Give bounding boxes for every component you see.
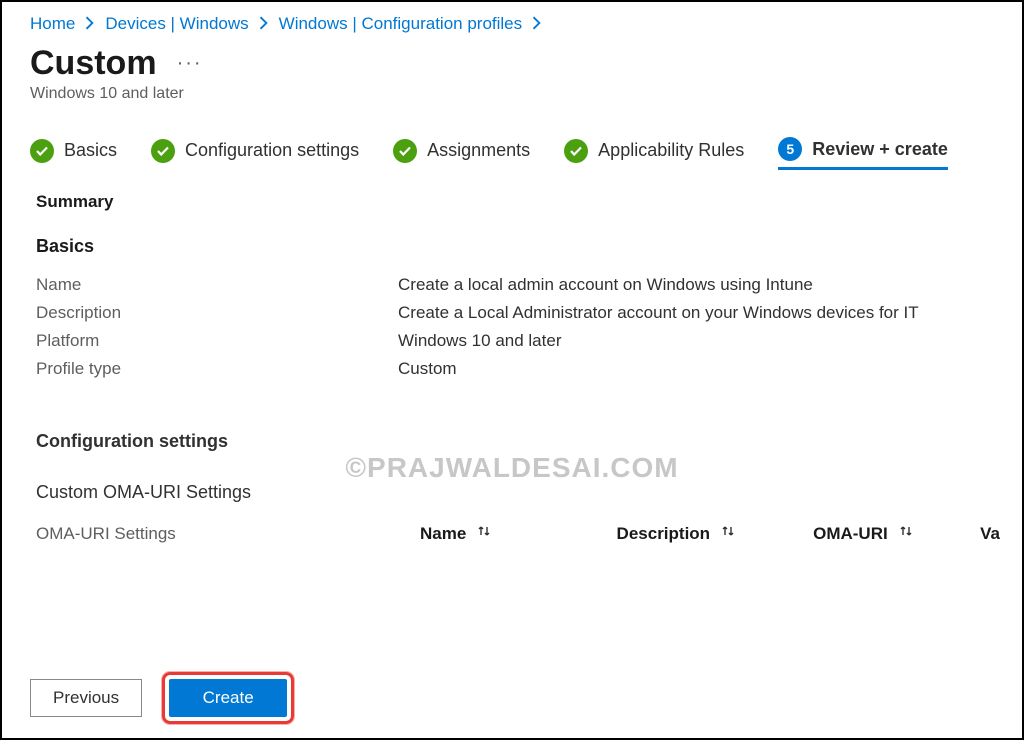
- config-heading: Configuration settings: [36, 431, 1000, 452]
- step-assignments[interactable]: Assignments: [393, 137, 530, 170]
- column-description[interactable]: Description: [617, 523, 814, 544]
- label-platform: Platform: [36, 331, 398, 351]
- step-review[interactable]: 5 Review + create: [778, 137, 948, 170]
- step-basics[interactable]: Basics: [30, 137, 117, 170]
- label-profile-type: Profile type: [36, 359, 398, 379]
- summary-heading: Summary: [36, 192, 1000, 212]
- sort-icon: [898, 523, 914, 544]
- page-subtitle: Windows 10 and later: [30, 85, 1000, 103]
- check-icon: [393, 139, 417, 163]
- create-button[interactable]: Create: [169, 679, 287, 717]
- value-description: Create a Local Administrator account on …: [398, 303, 919, 323]
- column-value[interactable]: Va: [980, 524, 1000, 544]
- label-description: Description: [36, 303, 398, 323]
- chevron-right-icon: [259, 16, 269, 33]
- wizard-steps: Basics Configuration settings Assignment…: [30, 137, 1000, 170]
- more-menu-icon[interactable]: ···: [177, 52, 203, 75]
- value-name: Create a local admin account on Windows …: [398, 275, 813, 295]
- value-profile-type: Custom: [398, 359, 457, 379]
- check-icon: [30, 139, 54, 163]
- breadcrumb-profiles[interactable]: Windows | Configuration profiles: [279, 14, 522, 34]
- breadcrumb-devices[interactable]: Devices | Windows: [105, 14, 248, 34]
- check-icon: [564, 139, 588, 163]
- basics-heading: Basics: [36, 236, 1000, 257]
- chevron-right-icon: [532, 16, 542, 33]
- check-icon: [151, 139, 175, 163]
- step-label: Assignments: [427, 140, 530, 161]
- label-name: Name: [36, 275, 398, 295]
- custom-oma-heading: Custom OMA-URI Settings: [36, 482, 1000, 503]
- chevron-right-icon: [85, 16, 95, 33]
- sort-icon: [720, 523, 736, 544]
- page-title: Custom: [30, 44, 157, 83]
- step-label: Review + create: [812, 139, 948, 160]
- step-config[interactable]: Configuration settings: [151, 137, 359, 170]
- breadcrumb: Home Devices | Windows Windows | Configu…: [30, 14, 1000, 34]
- step-label: Configuration settings: [185, 140, 359, 161]
- sort-icon: [476, 523, 492, 544]
- create-button-highlight: Create: [162, 672, 294, 724]
- step-number-icon: 5: [778, 137, 802, 161]
- value-platform: Windows 10 and later: [398, 331, 561, 351]
- step-label: Basics: [64, 140, 117, 161]
- step-label: Applicability Rules: [598, 140, 744, 161]
- oma-uri-label: OMA-URI Settings: [36, 524, 420, 544]
- step-applicability[interactable]: Applicability Rules: [564, 137, 744, 170]
- column-oma-uri[interactable]: OMA-URI: [813, 523, 980, 544]
- previous-button[interactable]: Previous: [30, 679, 142, 717]
- column-name[interactable]: Name: [420, 523, 617, 544]
- breadcrumb-home[interactable]: Home: [30, 14, 75, 34]
